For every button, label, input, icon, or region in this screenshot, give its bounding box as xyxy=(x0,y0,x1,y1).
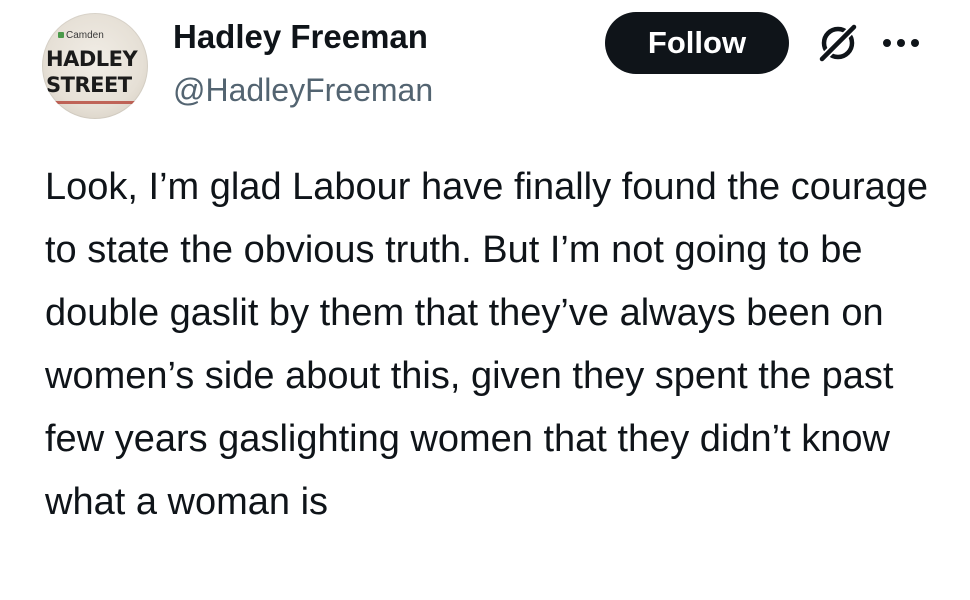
tweet-text: Look, I’m glad Labour have finally found… xyxy=(45,166,929,523)
follow-button[interactable]: Follow xyxy=(605,12,789,74)
more-options-icon[interactable] xyxy=(878,20,924,66)
grok-icon[interactable] xyxy=(815,20,861,66)
avatar-sign-small-text: Camden xyxy=(58,30,104,41)
avatar-sign-line1: HADLEY xyxy=(46,47,138,71)
more-options-icon-svg xyxy=(883,39,919,47)
avatar-sign-rule xyxy=(42,101,148,104)
grok-icon-svg xyxy=(818,23,858,63)
council-logo-icon xyxy=(58,32,64,39)
author-handle[interactable]: @HadleyFreeman xyxy=(173,70,433,110)
author-name[interactable]: Hadley Freeman xyxy=(173,17,428,57)
avatar-sign-line2: STREET xyxy=(46,73,132,97)
avatar[interactable]: Camden HADLEY STREET xyxy=(42,13,148,119)
avatar-sign-council-label: Camden xyxy=(66,30,104,41)
tweet-card: Camden HADLEY STREET Hadley Freeman @Had… xyxy=(0,0,970,600)
